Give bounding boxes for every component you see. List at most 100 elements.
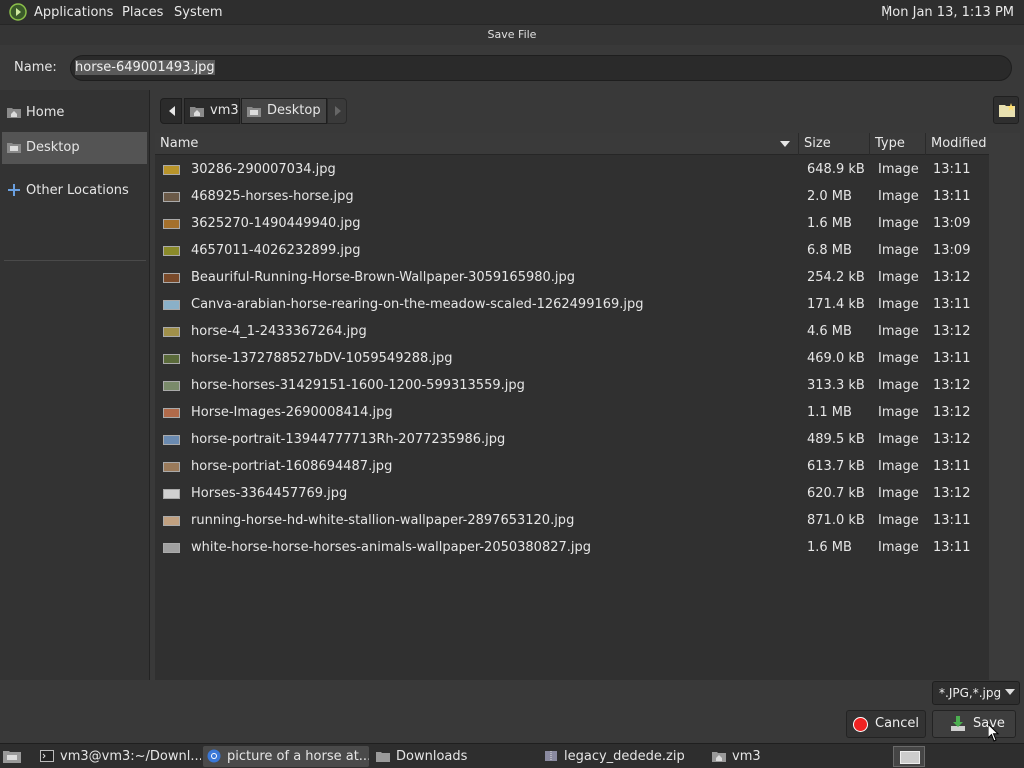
- file-modified: 13:11: [933, 189, 971, 204]
- file-modified: 13:09: [933, 216, 971, 231]
- breadcrumb-desktop[interactable]: Desktop: [241, 98, 327, 124]
- file-type: Image: [878, 405, 919, 420]
- column-header-label: Name: [160, 136, 199, 151]
- file-list[interactable]: Name Size Type Modified 30286-290007034.…: [155, 133, 989, 680]
- menu-applications[interactable]: Applications: [34, 0, 113, 25]
- filter-value: *.JPG,*.jpg: [939, 686, 1002, 700]
- image-thumbnail-icon: [163, 543, 180, 553]
- desktop-folder-icon: [7, 143, 21, 153]
- file-name: horse-horses-31429151-1600-1200-59931355…: [191, 378, 525, 393]
- breadcrumb-label: vm3: [210, 103, 239, 118]
- file-row[interactable]: horse-portrait-13944777713Rh-2077235986.…: [155, 426, 989, 453]
- clock[interactable]: Mon Jan 13, 1:13 PM: [881, 0, 1014, 25]
- file-name: Horses-3364457769.jpg: [191, 486, 348, 501]
- file-row[interactable]: Beauriful-Running-Horse-Brown-Wallpaper-…: [155, 264, 989, 291]
- column-header-modified[interactable]: Modified: [926, 133, 989, 155]
- file-row[interactable]: 30286-290007034.jpg 648.9 kB Image 13:11: [155, 156, 989, 183]
- home-folder-icon: [190, 107, 204, 117]
- file-row[interactable]: Horse-Images-2690008414.jpg 1.1 MB Image 13…: [155, 399, 989, 426]
- file-modified: 13:11: [933, 162, 971, 177]
- image-thumbnail-icon: [163, 435, 180, 445]
- file-row[interactable]: horse-1372788527bDV-1059549288.jpg 469.0 …: [155, 345, 989, 372]
- file-row[interactable]: horse-horses-31429151-1600-1200-59931355…: [155, 372, 989, 399]
- column-header-name[interactable]: Name: [155, 133, 799, 155]
- file-modified: 13:12: [933, 432, 971, 447]
- image-thumbnail-icon: [163, 489, 180, 499]
- cancel-button-label: Cancel: [875, 716, 920, 731]
- file-name: running-horse-hd-white-stallion-wallpape…: [191, 513, 575, 528]
- sidebar-item-home[interactable]: Home: [2, 97, 147, 129]
- file-type: Image: [878, 243, 919, 258]
- file-row[interactable]: Horses-3364457769.jpg 620.7 kB Image 13:12: [155, 480, 989, 507]
- breadcrumb-vm3[interactable]: vm3: [184, 98, 240, 124]
- file-row[interactable]: horse-4_1-2433367264.jpg 4.6 MB Image 13:12: [155, 318, 989, 345]
- file-name: Horse-Images-2690008414.jpg: [191, 405, 393, 420]
- file-type: Image: [878, 540, 919, 555]
- task-chrome[interactable]: picture of a horse at...: [203, 746, 369, 767]
- file-size: 469.0 kB: [807, 351, 865, 366]
- file-row[interactable]: white-horse-horse-horses-animals-wallpap…: [155, 534, 989, 561]
- home-folder-icon: [7, 108, 21, 118]
- places-sidebar: Home Desktop Other Locations: [0, 90, 150, 680]
- file-name: horse-1372788527bDV-1059549288.jpg: [191, 351, 453, 366]
- name-label: Name:: [14, 60, 57, 75]
- menu-system[interactable]: System: [174, 0, 222, 25]
- path-forward-button[interactable]: [327, 98, 347, 124]
- folder-icon: [376, 752, 390, 762]
- sidebar-item-desktop[interactable]: Desktop: [2, 132, 147, 164]
- save-download-icon: [951, 716, 965, 731]
- create-folder-button[interactable]: [993, 96, 1019, 124]
- file-type-filter-dropdown[interactable]: *.JPG,*.jpg: [932, 681, 1020, 705]
- taskbar: vm3@vm3:~/Downl... picture of a horse at…: [0, 743, 1024, 768]
- image-thumbnail-icon: [163, 408, 180, 418]
- file-name: 468925-horses-horse.jpg: [191, 189, 354, 204]
- chevron-right-icon: [335, 106, 341, 116]
- image-thumbnail-icon: [163, 219, 180, 229]
- file-row[interactable]: running-horse-hd-white-stallion-wallpape…: [155, 507, 989, 534]
- path-back-button[interactable]: [160, 98, 182, 124]
- column-header-size[interactable]: Size: [799, 133, 870, 155]
- menu-places[interactable]: Places: [122, 0, 163, 25]
- file-name: white-horse-horse-horses-animals-wallpap…: [191, 540, 592, 555]
- filename-text: horse-649001493.jpg: [75, 60, 215, 75]
- task-archive[interactable]: legacy_dedede.zip: [540, 746, 705, 767]
- file-modified: 13:12: [933, 324, 971, 339]
- task-label: Downloads: [396, 749, 468, 764]
- archive-icon: [545, 751, 557, 761]
- file-type: Image: [878, 162, 919, 177]
- file-size: 1.6 MB: [807, 216, 852, 231]
- image-thumbnail-icon: [163, 273, 180, 283]
- file-size: 6.8 MB: [807, 243, 852, 258]
- save-button[interactable]: Save: [932, 710, 1016, 738]
- image-thumbnail-icon: [163, 381, 180, 391]
- task-terminal[interactable]: vm3@vm3:~/Downl...: [36, 746, 201, 767]
- file-name: 3625270-1490449940.jpg: [191, 216, 361, 231]
- file-type: Image: [878, 297, 919, 312]
- workspace-switcher[interactable]: [893, 746, 925, 767]
- file-modified: 13:09: [933, 243, 971, 258]
- file-row[interactable]: 468925-horses-horse.jpg 2.0 MB Image 13:11: [155, 183, 989, 210]
- desktop-folder-icon: [247, 107, 261, 117]
- desktop-folder-icon[interactable]: [3, 749, 21, 763]
- task-label: vm3@vm3:~/Downl...: [60, 749, 201, 764]
- image-thumbnail-icon: [163, 192, 180, 202]
- sidebar-item-other-locations[interactable]: Other Locations: [2, 175, 147, 207]
- file-row[interactable]: Canva-arabian-horse-rearing-on-the-meado…: [155, 291, 989, 318]
- file-row[interactable]: horse-portriat-1608694487.jpg 613.7 kB Ima…: [155, 453, 989, 480]
- task-vm3-folder[interactable]: vm3: [708, 746, 873, 767]
- file-size: 171.4 kB: [807, 297, 865, 312]
- file-size: 871.0 kB: [807, 513, 865, 528]
- file-row[interactable]: 3625270-1490449940.jpg 1.6 MB Image 13:09: [155, 210, 989, 237]
- file-type: Image: [878, 216, 919, 231]
- file-name: horse-portriat-1608694487.jpg: [191, 459, 393, 474]
- file-modified: 13:11: [933, 297, 971, 312]
- task-downloads[interactable]: Downloads: [372, 746, 537, 767]
- file-name: 4657011-4026232899.jpg: [191, 243, 361, 258]
- cancel-button[interactable]: Cancel: [846, 710, 926, 738]
- file-row[interactable]: 4657011-4026232899.jpg 6.8 MB Image 13:09: [155, 237, 989, 264]
- top-panel: Applications Places System Mon Jan 13, 1…: [0, 0, 1024, 25]
- filename-input[interactable]: horse-649001493.jpg: [70, 55, 1012, 81]
- applications-logo-icon[interactable]: [9, 3, 27, 21]
- column-header-type[interactable]: Type: [870, 133, 926, 155]
- file-type: Image: [878, 459, 919, 474]
